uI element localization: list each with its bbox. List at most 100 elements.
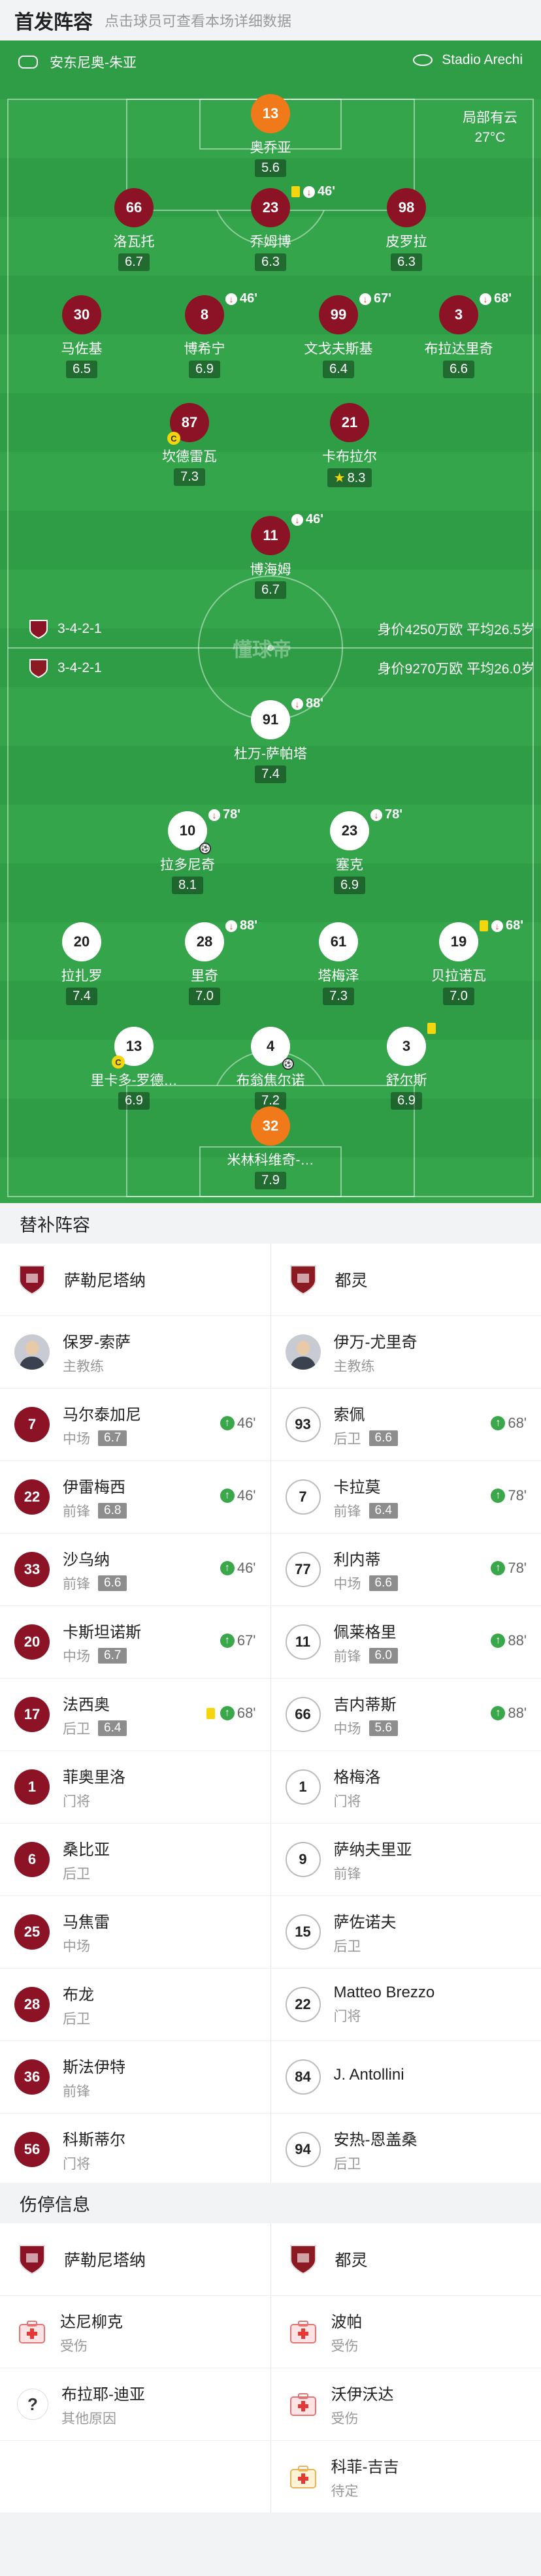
player-name: 文戈夫斯基 [304,342,373,357]
captain-badge: C [167,432,180,445]
player-rating: 6.7 [118,253,150,271]
player-number-badge: 6 [14,1842,50,1877]
pitch-player[interactable]: 23 ↓ 46' 乔姆博 6.3 [218,184,335,271]
injuries-title: 伤停信息 [0,2183,541,2223]
pitch-player[interactable]: 11 ↓ 46' 博海姆 6.7 [218,512,323,599]
sub-in-icon: ↑ [220,1416,235,1430]
player-info: 卡斯坦诺斯 中场 6.7 [63,1619,141,1666]
sub-player-cell[interactable]: 33 沙乌纳 前锋 6.6 ↑ 46' [0,1534,271,1605]
sub-player-cell[interactable]: 7 马尔泰加尼 中场 6.7 ↑ 46' [0,1389,271,1460]
pitch-player[interactable]: 32 米林科维奇-… 7.9 [218,1106,323,1189]
sub-player-cell[interactable]: 84 J. Antollini [271,2041,541,2113]
player-number-badge: 77 [285,1552,321,1587]
sub-player-cell[interactable]: 28 布龙 后卫 [0,1969,271,2040]
player-meta: 后卫 [63,1863,110,1883]
subs-table: 萨勒尼塔纳 都灵 保罗-索萨 主教练 伊万-尤里奇 主教练 7 马尔泰加尼 中场 6.7 ↑ 46' 9… [0,1244,541,2186]
player-event: ↓ 78' [370,807,402,822]
sub-player-cell[interactable]: 1 格梅洛 门将 [271,1751,541,1823]
coach-role: 主教练 [333,1359,375,1374]
pitch-player[interactable]: 4 ⚽ 布翁焦尔诺 7.2 [218,1027,323,1110]
rating-value: 6.7 [125,255,143,269]
player-meta: 中场 [63,1936,110,1956]
pitch-player[interactable]: 10 ⚽ ↓ 78' 拉多尼奇 8.1 [135,807,240,894]
sub-player-cell[interactable]: 56 科斯蒂尔 门将 [0,2114,271,2185]
player-rating: 6.7 [255,581,286,599]
player-number-badge: 30 [62,295,101,334]
pitch-player[interactable]: 8 ↓ 46' 博希宁 6.9 [152,291,257,378]
sub-player-cell[interactable]: 36 斯法伊特 前锋 [0,2041,271,2113]
event-minute: 46' [306,512,324,526]
yellow-card-icon [291,186,300,197]
pitch-player[interactable]: 98 皮罗拉 6.3 [354,188,459,271]
sub-player-cell[interactable]: 22 伊雷梅西 前锋 6.8 ↑ 46' [0,1461,271,1533]
player-number-badge: 99 ↓ 67' [319,291,391,334]
player-meta: 门将 [63,2153,125,2173]
away-team-cell[interactable]: 都灵 [271,1244,541,1315]
player-number-badge: 32 [251,1106,290,1146]
player-info: 萨佐诺夫 后卫 [334,1909,397,1956]
pitch-player[interactable]: 91 ↓ 88' 杜万-萨帕塔 7.4 [218,696,323,783]
player-position: 中场 [333,1721,361,1737]
player-rating: 7.0 [189,988,220,1005]
pitch-player[interactable]: 66 洛瓦托 6.7 [82,188,186,271]
player-name: 萨佐诺夫 [333,1913,397,1931]
pitch-player[interactable]: 3 舒尔斯 6.9 [354,1023,459,1110]
sub-player-cell[interactable]: 77 利内蒂 中场 6.6 ↑ 78' [271,1534,541,1605]
player-name: 利内蒂 [333,1551,381,1569]
pitch-player[interactable]: 87 C 坎德雷瓦 7.3 [137,403,242,486]
injury-cell[interactable]: 科菲-吉吉 待定 [271,2441,541,2513]
pitch-player[interactable]: 61 塔梅泽 7.3 [286,922,391,1005]
sub-player-cell[interactable]: 22 Matteo Brezzo 门将 [271,1969,541,2040]
sub-in-minute: 67' [237,1632,256,1649]
sub-player-cell[interactable]: 1 菲奥里洛 门将 [0,1751,271,1823]
injury-cell[interactable]: 达尼柳克 受伤 [0,2296,271,2368]
pitch-player[interactable]: 13 C 里卡多-罗德… 6.9 [82,1027,186,1110]
pitch-player[interactable]: 20 拉扎罗 7.4 [29,922,134,1005]
pitch-player[interactable]: 13 奥乔亚 5.6 [218,94,323,177]
sub-player-cell[interactable]: 94 安热-恩盖桑 后卫 [271,2114,541,2185]
sub-in-icon: ↑ [220,1706,235,1720]
sub-player-cell[interactable]: 7 卡拉莫 前锋 6.4 ↑ 78' [271,1461,541,1533]
pitch-player[interactable]: 19 ↓ 68' 贝拉诺瓦 7.0 [406,918,523,1005]
home-team-cell[interactable]: 萨勒尼塔纳 [0,2223,271,2295]
player-number-badge: 8 ↓ 46' [185,291,257,334]
injury-row: 达尼柳克 受伤 波帕 受伤 [0,2296,541,2368]
sub-player-cell[interactable]: 66 吉内蒂斯 中场 5.6 ↑ 88' [271,1679,541,1750]
away-coach-cell[interactable]: 伊万-尤里奇 主教练 [271,1316,541,1388]
injury-cell[interactable]: ? 布拉耶-迪亚 其他原因 [0,2368,271,2440]
pitch-player[interactable]: 30 马佐基 6.5 [29,295,134,378]
sub-player-cell[interactable]: 6 桑比亚 后卫 [0,1824,271,1895]
player-name: J. Antollini [333,2066,404,2084]
player-event: ↓ 88' [225,918,257,933]
yellow-card-icon [427,1023,436,1034]
pitch-player[interactable]: 99 ↓ 67' 文戈夫斯基 6.4 [286,291,391,378]
whistle-icon [18,56,38,69]
sub-player-cell[interactable]: 25 马焦雷 中场 [0,1896,271,1968]
player-info: 马尔泰加尼 中场 6.7 [63,1402,141,1448]
medical-kit-pending-icon [287,2462,318,2492]
player-position: 门将 [333,1794,361,1809]
sub-player-cell[interactable]: 11 佩莱格里 前锋 6.0 ↑ 88' [271,1606,541,1678]
sub-player-cell[interactable]: 9 萨纳夫里亚 前锋 [271,1824,541,1895]
player-name: 坎德雷瓦 [162,449,217,464]
player-rating: 7.4 [66,988,97,1005]
pitch-player[interactable]: 3 ↓ 68' 布拉达里奇 6.6 [406,291,512,378]
sub-row: 36 斯法伊特 前锋 84 J. Antollini [0,2041,541,2114]
sub-player-cell[interactable]: 15 萨佐诺夫 后卫 [271,1896,541,1968]
pitch-player[interactable]: 23 ↓ 78' 塞克 6.9 [297,807,402,894]
pitch-player[interactable]: 21 卡布拉尔 ★ 8.3 [297,403,402,487]
injury-cell[interactable]: 波帕 受伤 [271,2296,541,2368]
player-meta: 中场 6.7 [63,1428,141,1448]
home-team-cell[interactable]: 萨勒尼塔纳 [0,1244,271,1315]
sub-player-cell[interactable]: 93 索佩 后卫 6.6 ↑ 68' [271,1389,541,1460]
pitch-player[interactable]: 28 ↓ 88' 里奇 7.0 [152,918,257,1005]
sub-in-info: ↑ 46' [220,1415,256,1432]
player-number-badge: 17 [14,1697,50,1732]
rating-value: 7.4 [73,989,91,1003]
sub-player-cell[interactable]: 20 卡斯坦诺斯 中场 6.7 ↑ 67' [0,1606,271,1678]
sub-player-cell[interactable]: 17 法西奥 后卫 6.4 ↑ 68' [0,1679,271,1750]
injury-cell[interactable]: 沃伊沃达 受伤 [271,2368,541,2440]
player-event: ↓ 68' [480,918,523,933]
away-team-cell[interactable]: 都灵 [271,2223,541,2295]
home-coach-cell[interactable]: 保罗-索萨 主教练 [0,1316,271,1388]
